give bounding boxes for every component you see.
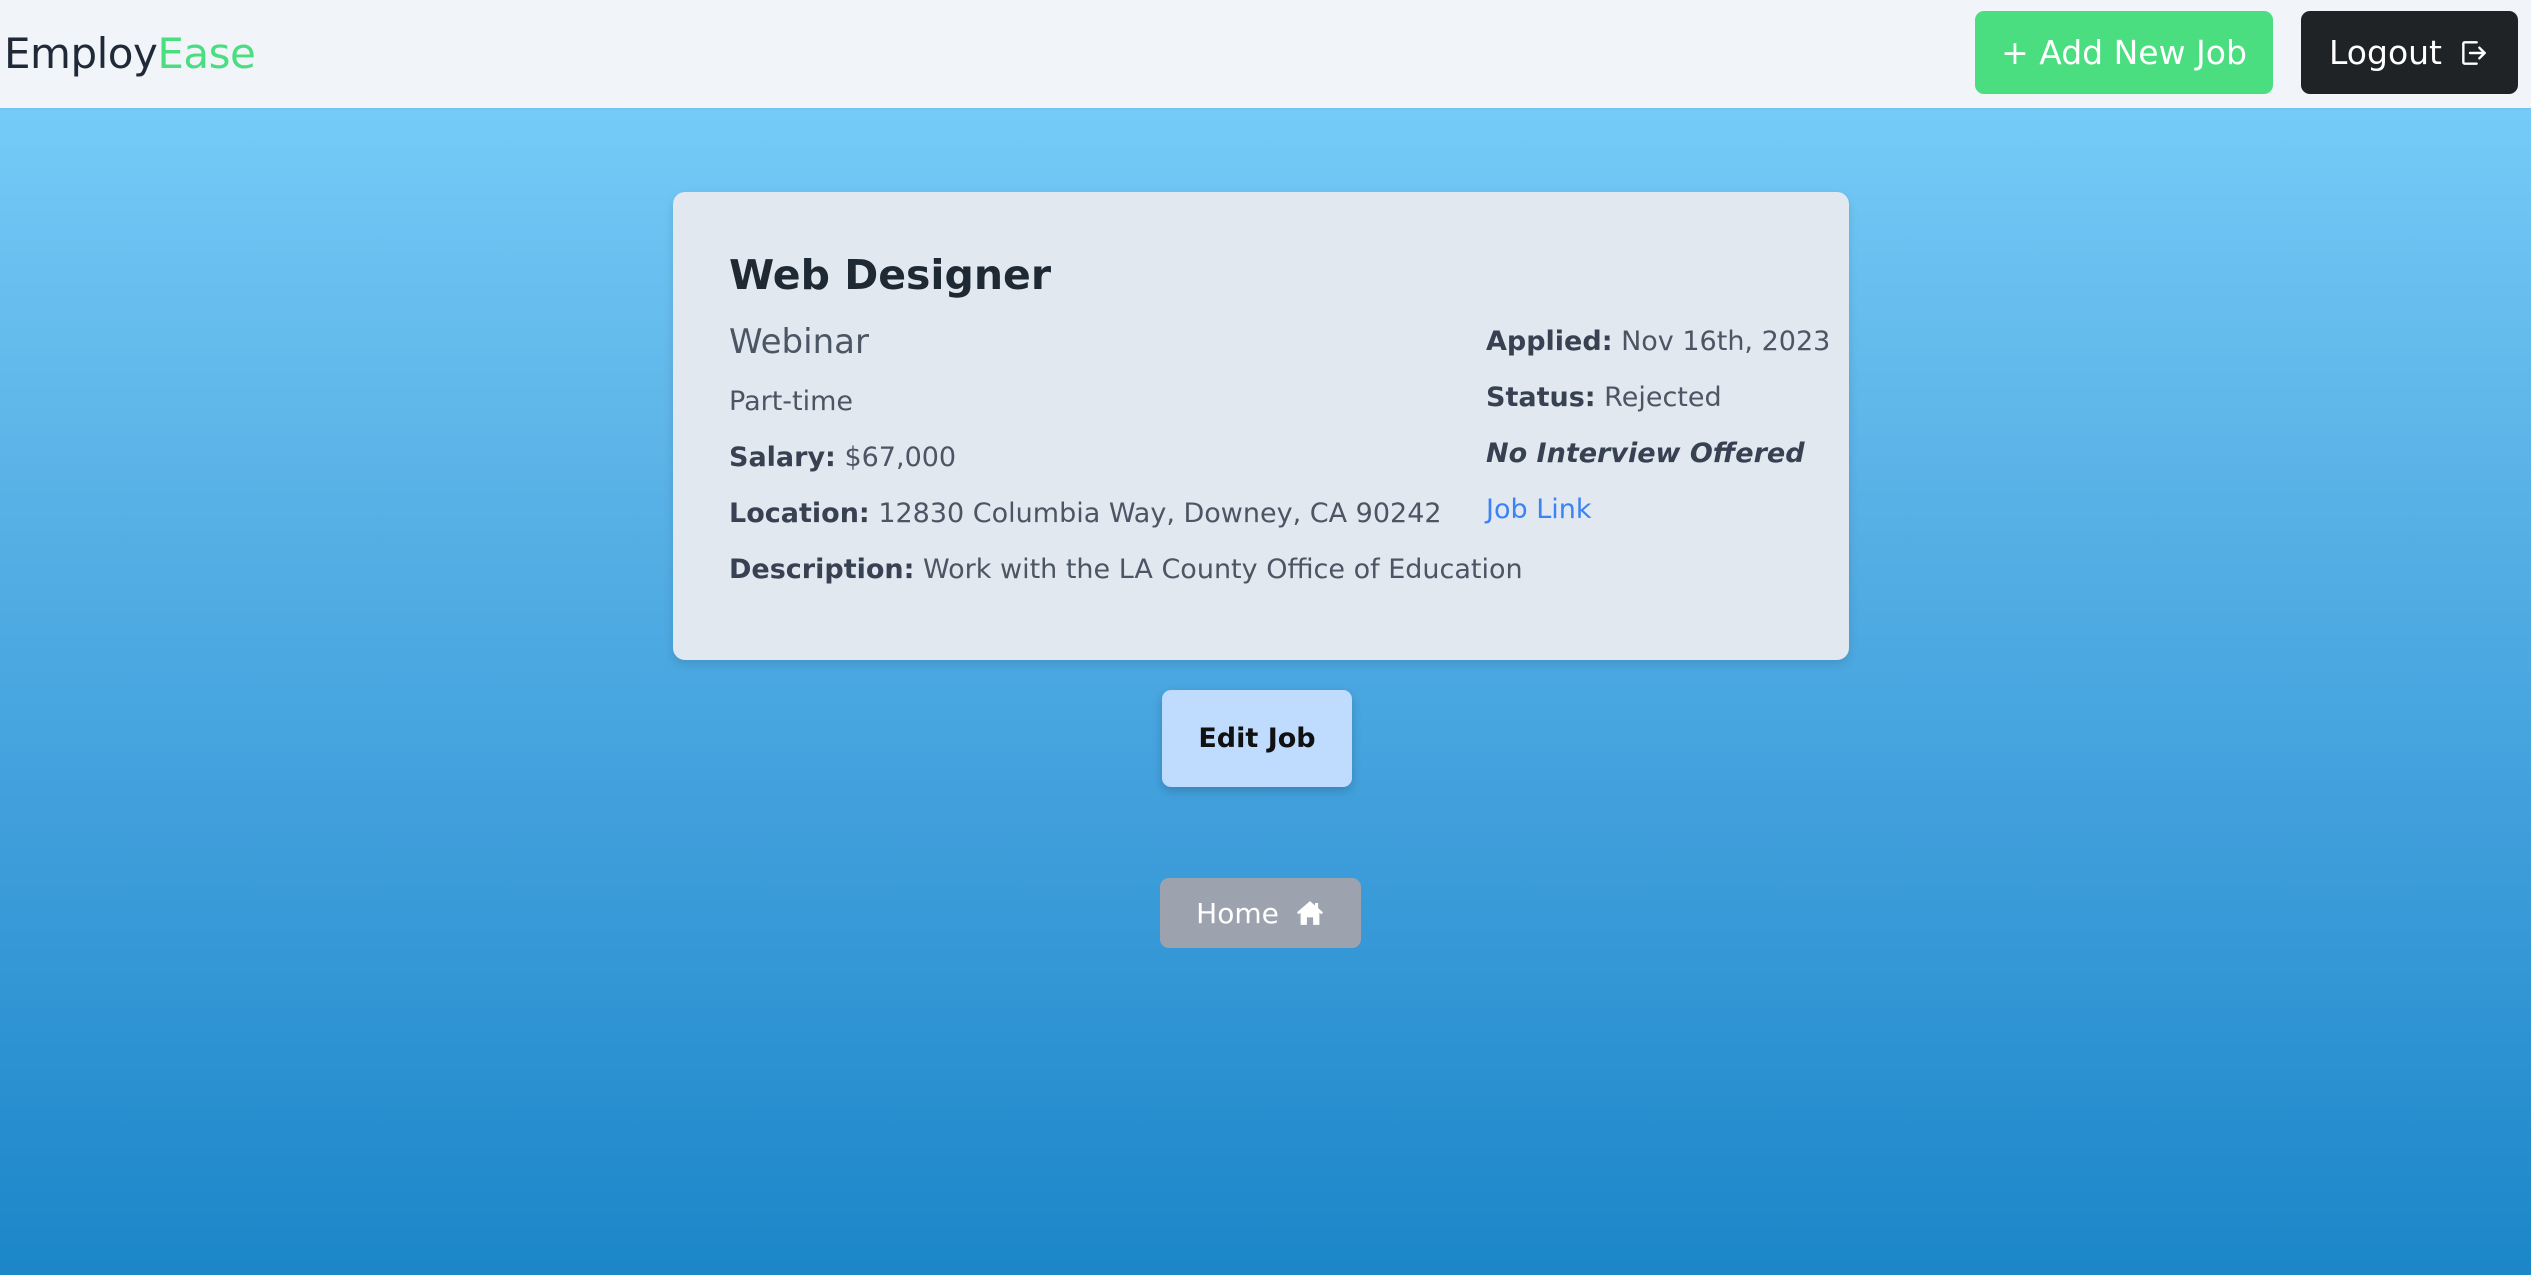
logout-button[interactable]: Logout <box>2301 11 2518 94</box>
applied-value: Nov 16th, 2023 <box>1621 326 1831 357</box>
description-value: Work with the LA County Office of Educat… <box>923 554 1523 585</box>
home-label: Home <box>1196 896 1279 930</box>
add-new-job-button[interactable]: + Add New Job <box>1975 11 2273 94</box>
location-label: Location: <box>729 498 870 529</box>
status-label: Status: <box>1486 382 1596 413</box>
logout-icon <box>2462 40 2486 65</box>
job-type: Part-time <box>729 386 854 417</box>
status-field: Status: Rejected <box>1486 380 1722 416</box>
interview-status: No Interview Offered <box>1486 438 1805 469</box>
company-name: Webinar <box>729 322 869 362</box>
logout-label: Logout <box>2329 33 2442 72</box>
salary-value: $67,000 <box>844 442 957 473</box>
top-navbar: EmployEase + Add New Job Logout <box>0 0 2531 108</box>
description-field: Description: Work with the LA County Off… <box>729 552 1523 588</box>
home-icon <box>1296 901 1323 925</box>
location-value: 12830 Columbia Way, Downey, CA 90242 <box>878 498 1442 529</box>
salary-label: Salary: <box>729 442 836 473</box>
edit-job-label: Edit Job <box>1198 723 1316 754</box>
status-value: Rejected <box>1604 382 1722 413</box>
home-button[interactable]: Home <box>1160 878 1361 948</box>
brand-logo[interactable]: EmployEase <box>4 26 256 82</box>
applied-label: Applied: <box>1486 326 1613 357</box>
description-label: Description: <box>729 554 915 585</box>
job-detail-card: Web Designer Webinar Part-time Salary: $… <box>673 192 1849 660</box>
job-link[interactable]: Job Link <box>1486 492 1592 528</box>
job-title: Web Designer <box>729 251 1052 299</box>
applied-field: Applied: Nov 16th, 2023 <box>1486 324 1830 360</box>
add-new-job-label: + Add New Job <box>2001 33 2247 72</box>
brand-name-part2: Ease <box>157 29 256 78</box>
edit-job-button[interactable]: Edit Job <box>1162 690 1352 787</box>
salary-field: Salary: $67,000 <box>729 440 956 476</box>
brand-name-part1: Employ <box>4 29 158 78</box>
location-field: Location: 12830 Columbia Way, Downey, CA… <box>729 496 1442 532</box>
